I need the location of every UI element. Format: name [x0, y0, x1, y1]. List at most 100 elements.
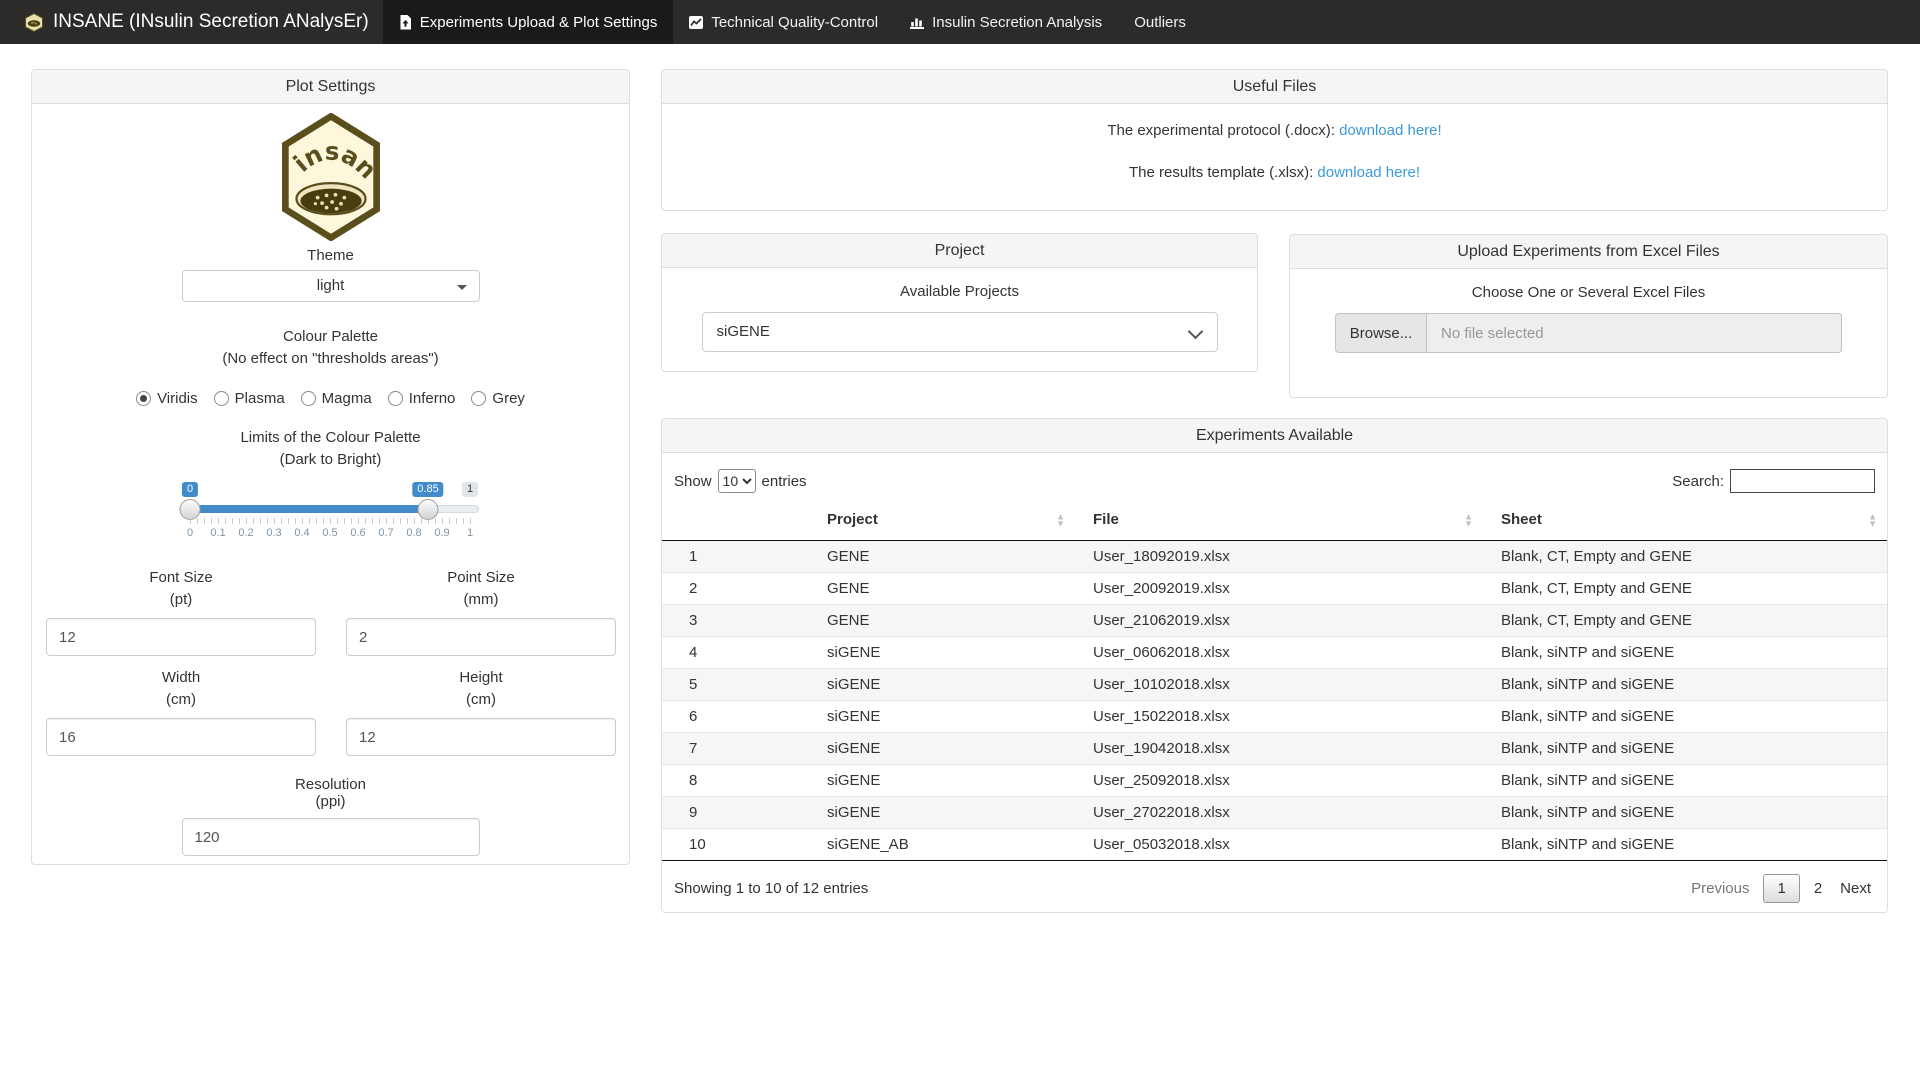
- font-size-input[interactable]: [46, 618, 316, 656]
- radio-label: Plasma: [235, 390, 285, 407]
- slider-tick-label: 0.1: [210, 527, 225, 539]
- page-1-button[interactable]: 1: [1763, 874, 1799, 903]
- radio-label: Magma: [322, 390, 372, 407]
- project-select[interactable]: siGENE: [702, 312, 1218, 352]
- slider-max-value: 1: [462, 482, 478, 497]
- font-size-unit: (pt): [46, 590, 316, 610]
- sheet-cell: Blank, siNTP and siGENE: [1483, 637, 1887, 669]
- row-number: 2: [662, 573, 809, 605]
- slider-tick-label: 0.7: [378, 527, 393, 539]
- table-search: Search:: [1672, 469, 1875, 493]
- radio-label: Grey: [492, 390, 525, 407]
- slider-tick-label: 0.4: [294, 527, 309, 539]
- file-column-header[interactable]: File ▲▼: [1075, 503, 1483, 541]
- panel-title: Experiments Available: [662, 419, 1887, 453]
- file-cell: User_27022018.xlsx: [1075, 797, 1483, 829]
- slider-tick-label: 0.9: [434, 527, 449, 539]
- sheet-column-header[interactable]: Sheet ▲▼: [1483, 503, 1887, 541]
- resolution-input[interactable]: [182, 818, 480, 856]
- table-row: 9siGENEUser_27022018.xlsxBlank, siNTP an…: [662, 797, 1887, 829]
- file-cell: User_21062019.xlsx: [1075, 605, 1483, 637]
- radio-circle[interactable]: [388, 391, 403, 406]
- sort-icon[interactable]: ▲▼: [1464, 513, 1473, 527]
- slider-tick-labels: 00.10.20.30.40.50.60.70.80.91: [190, 527, 470, 541]
- size-fields: Font Size (pt) Point Size (mm) Width (cm…: [32, 568, 629, 756]
- panel-title: Useful Files: [662, 70, 1887, 104]
- sort-icon[interactable]: ▲▼: [1056, 513, 1065, 527]
- tab-technical-qc[interactable]: Technical Quality-Control: [673, 0, 894, 44]
- slider-tickmarks: [190, 518, 471, 524]
- font-size-field: Font Size (pt): [46, 568, 316, 656]
- file-name-field[interactable]: No file selected: [1427, 313, 1842, 353]
- table-controls: Show 10 entries Search:: [662, 453, 1887, 493]
- table-row: 6siGENEUser_15022018.xlsxBlank, siNTP an…: [662, 701, 1887, 733]
- table-footer: Showing 1 to 10 of 12 entries Previous 1…: [662, 861, 1887, 903]
- radio-inferno[interactable]: Inferno: [388, 390, 456, 407]
- row-number: 7: [662, 733, 809, 765]
- page-2-button[interactable]: 2: [1810, 875, 1826, 902]
- next-page-button[interactable]: Next: [1836, 875, 1875, 902]
- font-size-label: Font Size: [46, 568, 316, 588]
- radio-magma[interactable]: Magma: [301, 390, 372, 407]
- slider-handle-to[interactable]: [418, 499, 439, 520]
- radio-grey[interactable]: Grey: [471, 390, 525, 407]
- sheet-cell: Blank, siNTP and siGENE: [1483, 797, 1887, 829]
- sort-icon[interactable]: ▲▼: [1868, 513, 1877, 527]
- table-row: 2GENEUser_20092019.xlsxBlank, CT, Empty …: [662, 573, 1887, 605]
- project-panel: Project Available Projects siGENE: [661, 233, 1258, 372]
- template-download-link[interactable]: download here!: [1317, 164, 1420, 181]
- row-number: 10: [662, 829, 809, 861]
- project-cell: siGENE: [809, 797, 1075, 829]
- page-length-select[interactable]: 10: [718, 469, 756, 493]
- radio-viridis[interactable]: Viridis: [136, 390, 198, 407]
- tab-label: Insulin Secretion Analysis: [932, 14, 1102, 31]
- slider-handle-from[interactable]: [180, 499, 201, 520]
- slider-tick-label: 0.6: [350, 527, 365, 539]
- sheet-cell: Blank, siNTP and siGENE: [1483, 669, 1887, 701]
- width-input[interactable]: [46, 718, 316, 756]
- file-cell: User_05032018.xlsx: [1075, 829, 1483, 861]
- width-field: Width (cm): [46, 668, 316, 756]
- line-chart-icon: [689, 16, 703, 29]
- tab-experiments-upload[interactable]: Experiments Upload & Plot Settings: [383, 0, 674, 44]
- slider-tick-label: 1: [467, 527, 473, 539]
- bar-chart-icon: [910, 16, 924, 29]
- sheet-cell: Blank, CT, Empty and GENE: [1483, 605, 1887, 637]
- search-input[interactable]: [1730, 469, 1875, 493]
- table-row: 5siGENEUser_10102018.xlsxBlank, siNTP an…: [662, 669, 1887, 701]
- sheet-cell: Blank, siNTP and siGENE: [1483, 701, 1887, 733]
- radio-plasma[interactable]: Plasma: [214, 390, 285, 407]
- radio-circle[interactable]: [471, 391, 486, 406]
- tab-insulin-secretion[interactable]: Insulin Secretion Analysis: [894, 0, 1118, 44]
- radio-label: Viridis: [157, 390, 198, 407]
- experiments-table-body: 1GENEUser_18092019.xlsxBlank, CT, Empty …: [662, 541, 1887, 861]
- row-number: 4: [662, 637, 809, 669]
- chevron-down-icon: [1187, 324, 1203, 340]
- template-line: The results template (.xlsx): download h…: [662, 163, 1887, 183]
- palette-note: (No effect on "thresholds areas"): [32, 349, 629, 369]
- project-selected-value: siGENE: [717, 323, 770, 340]
- browse-button[interactable]: Browse...: [1335, 313, 1427, 353]
- protocol-download-link[interactable]: download here!: [1339, 122, 1442, 139]
- point-size-input[interactable]: [346, 618, 616, 656]
- theme-select[interactable]: light: [182, 270, 480, 302]
- slider-tick-label: 0.2: [238, 527, 253, 539]
- available-projects-label: Available Projects: [662, 282, 1257, 302]
- radio-circle[interactable]: [214, 391, 229, 406]
- file-cell: User_25092018.xlsx: [1075, 765, 1483, 797]
- project-column-header[interactable]: Project ▲▼: [809, 503, 1075, 541]
- tab-label: Experiments Upload & Plot Settings: [420, 14, 658, 31]
- table-row: 3GENEUser_21062019.xlsxBlank, CT, Empty …: [662, 605, 1887, 637]
- palette-label: Colour Palette: [32, 327, 629, 347]
- previous-page-button[interactable]: Previous: [1687, 875, 1753, 902]
- point-size-label: Point Size: [346, 568, 616, 588]
- radio-circle[interactable]: [136, 391, 151, 406]
- radio-circle[interactable]: [301, 391, 316, 406]
- row-number: 1: [662, 541, 809, 573]
- height-input[interactable]: [346, 718, 616, 756]
- point-size-field: Point Size (mm): [346, 568, 616, 656]
- project-cell: GENE: [809, 605, 1075, 637]
- tab-outliers[interactable]: Outliers: [1118, 0, 1202, 44]
- slider-bar: [190, 505, 428, 513]
- palette-limits-slider[interactable]: 0 0.85 1 00.10.20.30.40.50.60.70.80.91: [182, 482, 479, 548]
